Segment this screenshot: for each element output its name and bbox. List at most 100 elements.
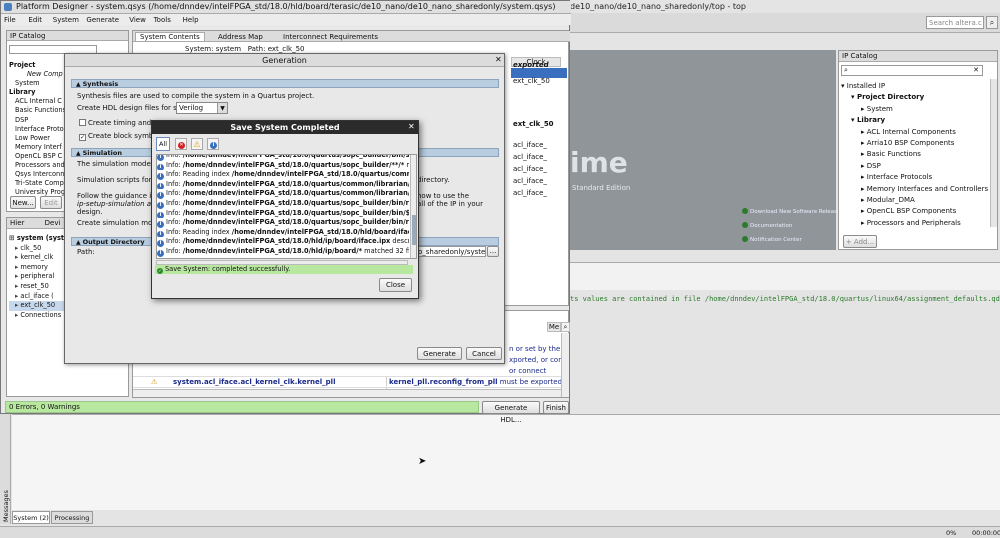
synthesis-section-header[interactable]: ▲ Synthesis — [71, 79, 499, 88]
quartus-ip-item[interactable]: ▸ OpenCL BSP Components — [841, 206, 991, 217]
filter-all-button[interactable]: All — [156, 137, 170, 151]
messages-h-scrollbar[interactable] — [133, 389, 561, 397]
check-icon: ✓ — [157, 268, 163, 274]
quartus-ip-item[interactable]: ▸ Arria10 BSP Components — [841, 138, 991, 149]
quartus-ip-item[interactable]: ▸ System — [841, 104, 991, 115]
tab-device-family[interactable]: Devi — [45, 219, 61, 227]
sim-text-4: ip-setup-simulation and — [77, 200, 157, 208]
menu-generate[interactable]: Generate — [86, 16, 119, 24]
message-row[interactable]: or connect — [133, 366, 561, 376]
info-icon: i — [157, 240, 164, 247]
info-icon: i — [157, 211, 164, 219]
info-icon: i — [157, 155, 164, 161]
download-icon — [742, 208, 748, 214]
console-message: ts values are contained in file /home/dn… — [570, 295, 1000, 303]
filter-errors-button[interactable]: ✕ — [175, 138, 187, 150]
log-line[interactable]: i Info: /home/dnndev/intelFPGA_std/18.0/q… — [157, 155, 409, 161]
documentation-icon — [742, 222, 748, 228]
warning-icon[interactable]: ⚠ — [191, 138, 203, 150]
generation-close-icon[interactable]: ✕ — [495, 55, 502, 64]
notification-link[interactable]: Notification Center — [742, 236, 802, 243]
error-icon: ✕ — [178, 142, 185, 149]
sim-model-label: Create simulation model: — [77, 219, 157, 227]
message-text: n or set by the pa — [509, 345, 561, 353]
splash-text: ime — [570, 146, 628, 179]
search-input[interactable]: Search altera.c — [926, 16, 984, 29]
quartus-ip-item[interactable]: ▸ Memory Interfaces and Controllers — [841, 184, 991, 195]
tab-address-map[interactable]: Address Map — [218, 33, 263, 41]
close-button[interactable]: Close — [379, 278, 412, 292]
edit-component-button[interactable]: Edit — [40, 196, 62, 209]
finish-button[interactable]: Finish — [543, 401, 569, 414]
quartus-ip-item[interactable]: ▾ Installed IP — [841, 81, 991, 92]
quartus-ip-item[interactable]: ▸ Interface Protocols — [841, 172, 991, 183]
tab-processing[interactable]: Processing — [51, 511, 93, 524]
tab-interconnect[interactable]: Interconnect Requirements — [283, 33, 378, 41]
info-icon: i — [157, 163, 164, 171]
quartus-ip-item[interactable]: ▸ Processors and Peripherals — [841, 218, 991, 229]
messages-v-scrollbar[interactable] — [561, 333, 569, 397]
quartus-ip-catalog-title: IP Catalog — [839, 51, 997, 62]
log-line[interactable]: i Info: Reading index /home/dnndev/intelF… — [157, 170, 409, 180]
menu-view[interactable]: View — [129, 16, 146, 24]
add-ip-button[interactable]: + Add... — [843, 235, 877, 248]
timing-checkbox[interactable]: Create timing and re — [79, 119, 159, 127]
output-path-field[interactable]: o_sharedonly/system — [415, 246, 486, 257]
clock-cell: ext_clk_50 — [513, 120, 554, 128]
menu-system[interactable]: System — [53, 16, 79, 24]
log-line[interactable]: i Info: Reading index /home/dnndev/intelF… — [157, 228, 409, 238]
log-line[interactable]: i Info: /home/dnndev/intelFPGA_std/18.0/q… — [157, 199, 409, 209]
sim-text-3-right: how to use the — [417, 192, 470, 200]
clear-icon[interactable]: ✕ — [973, 66, 979, 74]
log-scroll-thumb[interactable] — [412, 215, 416, 245]
quartus-ip-item[interactable]: ▸ ACL Internal Components — [841, 127, 991, 138]
quartus-ip-item[interactable]: ▸ Basic Functions — [841, 149, 991, 160]
hdl-language-select[interactable]: Verilog ▼ — [176, 102, 228, 114]
status-strip: 0 Errors, 0 Warnings — [5, 401, 479, 413]
info-icon: i — [157, 221, 164, 228]
filter-info-button[interactable]: i — [207, 138, 219, 150]
log-line[interactable]: i Info: /home/dnndev/intelFPGA_std/18.0/h… — [157, 237, 409, 247]
log-line[interactable]: i Info: /home/dnndev/intelFPGA_std/18.0/q… — [157, 209, 409, 219]
quartus-ip-item[interactable]: ▸ DSP — [841, 161, 991, 172]
quartus-ip-item[interactable]: ▾ Library — [841, 115, 991, 126]
log-line[interactable]: i Info: /home/dnndev/intelFPGA_std/18.0/h… — [157, 247, 409, 257]
log-line[interactable]: i Info: /home/dnndev/intelFPGA_std/18.0/q… — [157, 180, 409, 190]
cancel-button[interactable]: Cancel — [466, 347, 502, 360]
log-v-scrollbar[interactable] — [410, 155, 416, 258]
documentation-link[interactable]: Documentation — [742, 222, 792, 229]
quartus-ip-item[interactable]: ▸ Modular_DMA — [841, 195, 991, 206]
search-icon[interactable]: ⌕ — [986, 16, 998, 29]
generate-button[interactable]: Generate — [417, 347, 462, 360]
clock-cell: acl_iface_ — [513, 177, 547, 185]
message-row[interactable]: ⚠ system.acl_iface.acl_kernel_clk.kernel_… — [133, 376, 561, 387]
save-success-message: ✓ Save System: completed successfully. — [155, 265, 413, 274]
tab-hierarchy[interactable]: Hier — [10, 219, 24, 227]
quartus-ip-item[interactable]: ▾ Project Directory — [841, 92, 991, 103]
tab-system-contents[interactable]: System Contents — [135, 32, 205, 42]
notification-icon — [742, 236, 748, 242]
generation-title: Generation — [65, 54, 504, 67]
log-line[interactable]: i Info: /home/dnndev/intelFPGA_std/18.0/q… — [157, 218, 409, 228]
quartus-ip-scrollbar[interactable] — [990, 79, 997, 227]
browse-button[interactable]: ... — [487, 246, 499, 257]
clock-cell: acl_iface_ — [513, 189, 547, 197]
menu-help[interactable]: Help — [183, 16, 199, 24]
generate-hdl-button[interactable]: Generate HDL... — [482, 401, 540, 424]
messages-side-tab[interactable]: Messages — [0, 414, 11, 524]
quartus-ip-search[interactable]: ⌕ ✕ — [841, 65, 983, 76]
new-component-button[interactable]: New... — [10, 196, 36, 209]
sim-text-2: Simulation scripts for this — [77, 176, 157, 184]
tab-system-messages[interactable]: System (2) — [12, 511, 50, 524]
sim-text-4-right: all of the IP in your — [417, 200, 483, 208]
log-line[interactable]: i Info: /home/dnndev/intelFPGA_std/18.0/q… — [157, 161, 409, 171]
log-line[interactable]: i Info: /home/dnndev/intelFPGA_std/18.0/q… — [157, 189, 409, 199]
search-messages-icon[interactable]: ⌕ — [561, 322, 570, 332]
message-text: xported, or connec — [509, 355, 561, 364]
save-dialog-close-icon[interactable]: ✕ — [408, 122, 415, 131]
menu-file[interactable]: File — [4, 16, 16, 24]
mouse-cursor-icon: ➤ — [418, 456, 427, 467]
menu-tools[interactable]: Tools — [154, 16, 171, 24]
menu-edit[interactable]: Edit — [28, 16, 42, 24]
download-link[interactable]: Download New Software Release — [742, 208, 840, 215]
